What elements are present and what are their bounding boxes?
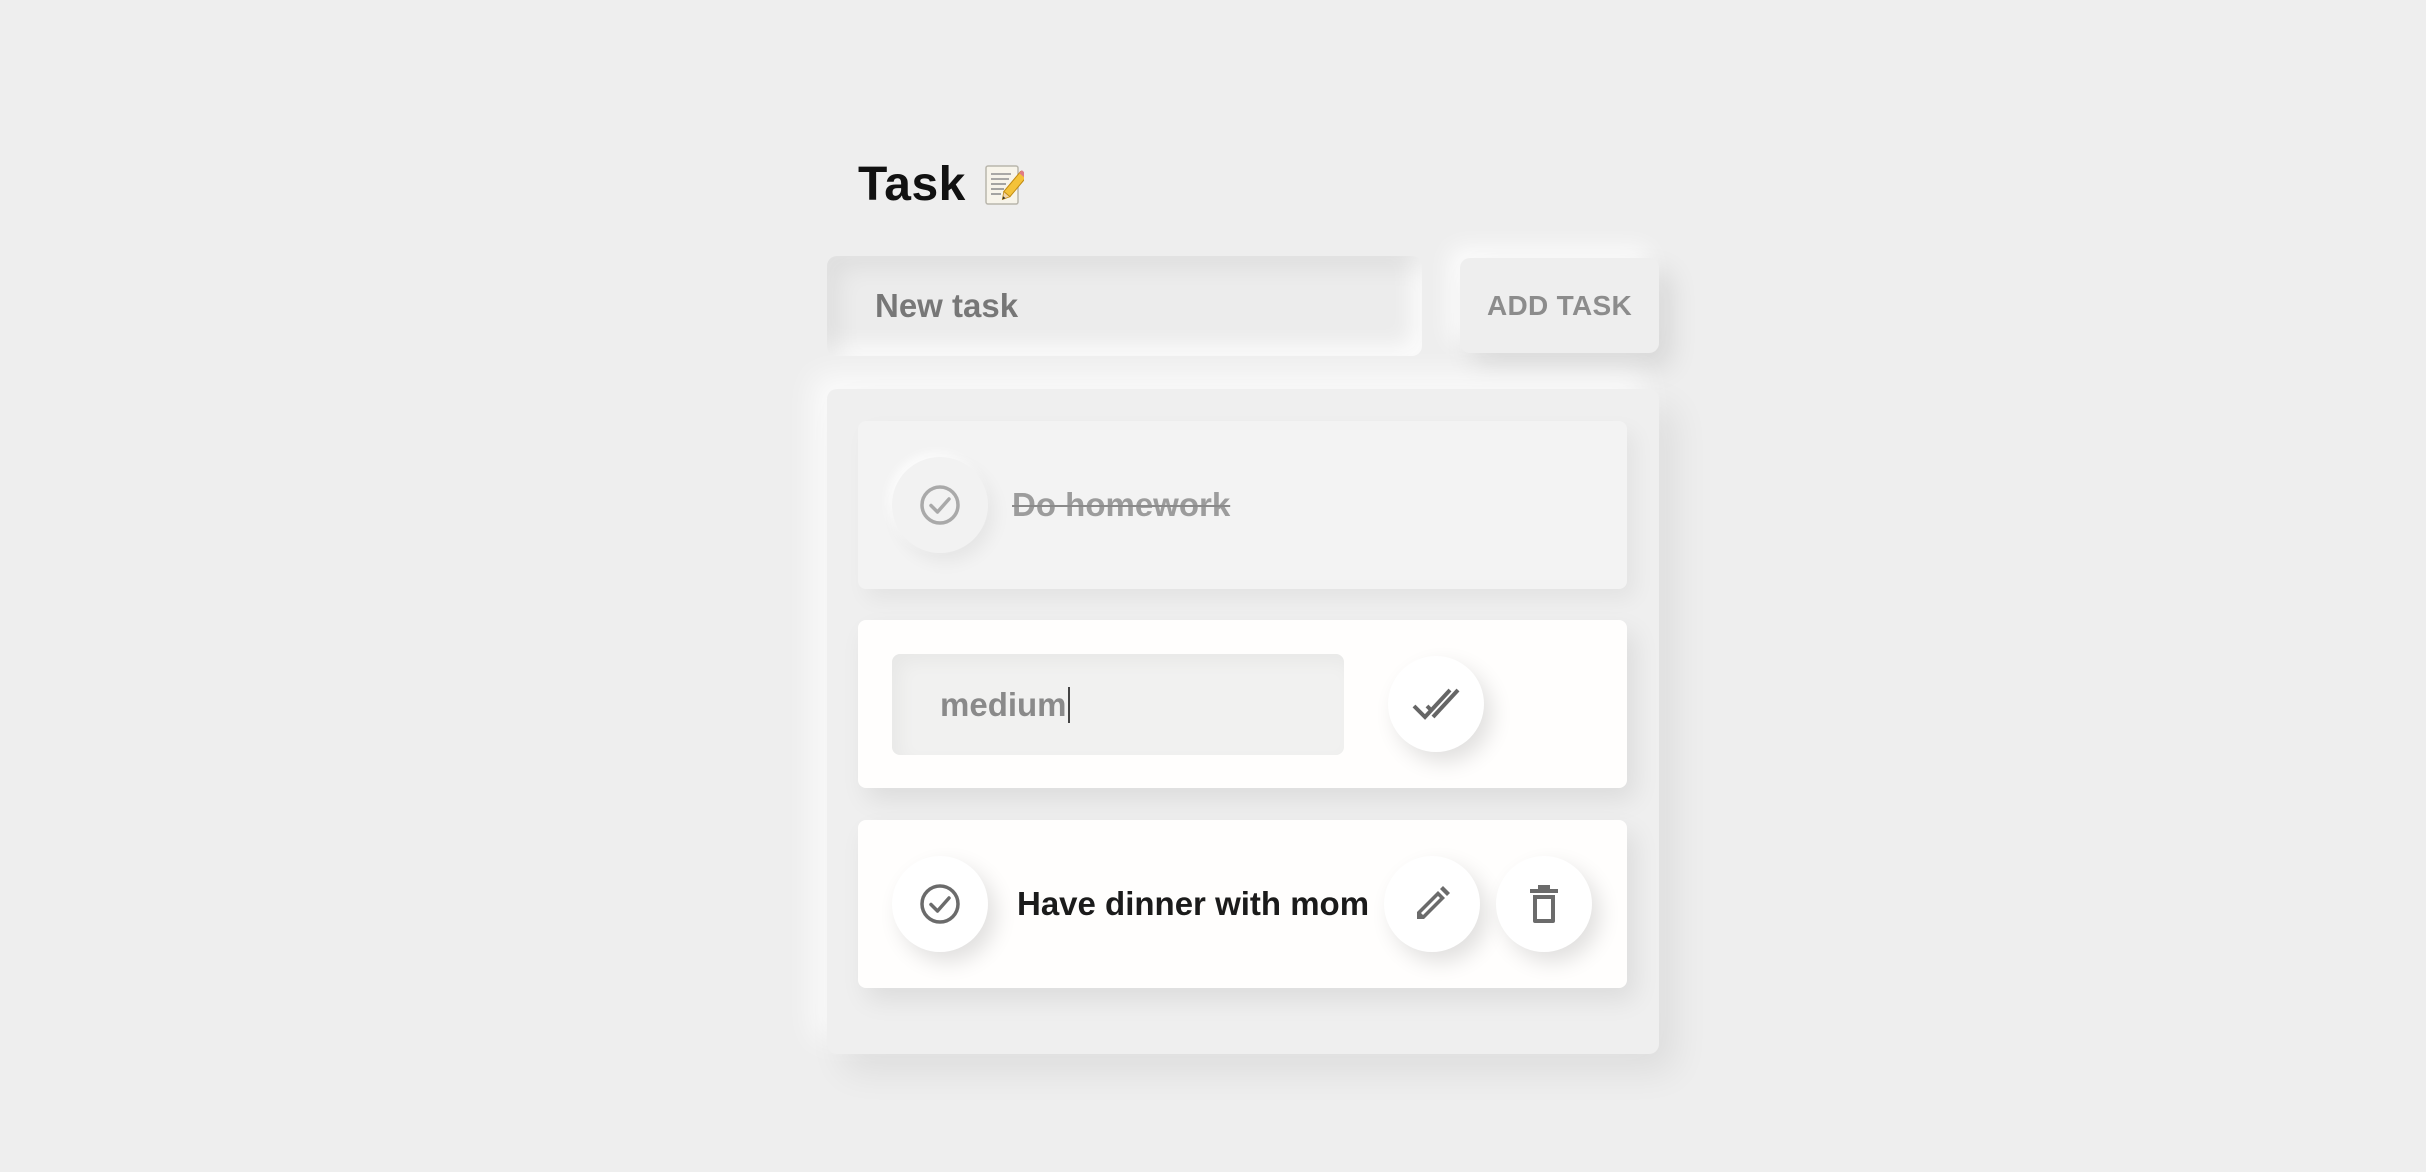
memo-icon bbox=[984, 162, 1028, 206]
task-item-editing: medium bbox=[858, 620, 1627, 788]
edit-task-value: medium bbox=[940, 685, 1067, 723]
header: Task bbox=[858, 154, 1028, 214]
check-circle-icon bbox=[920, 485, 960, 525]
task-item: Have dinner with mom bbox=[858, 820, 1627, 988]
save-edit-button[interactable] bbox=[1388, 656, 1484, 752]
new-task-input[interactable] bbox=[827, 256, 1422, 356]
check-circle-icon bbox=[920, 884, 960, 924]
trash-icon bbox=[1530, 885, 1558, 923]
edit-task-input[interactable]: medium bbox=[892, 654, 1344, 755]
task-item-completed: Do homework bbox=[858, 421, 1627, 589]
toggle-complete-button[interactable] bbox=[892, 457, 988, 553]
edit-task-button[interactable] bbox=[1384, 856, 1480, 952]
task-label: Have dinner with mom bbox=[1017, 885, 1370, 922]
delete-task-button[interactable] bbox=[1496, 856, 1592, 952]
task-list: Do homework medium Have dinner with mom bbox=[827, 389, 1659, 1054]
text-caret bbox=[1067, 686, 1070, 723]
pencil-icon bbox=[1417, 886, 1450, 919]
page-title: Task bbox=[858, 157, 966, 211]
task-label: Do homework bbox=[1012, 486, 1231, 523]
double-check-icon bbox=[1412, 688, 1460, 720]
toggle-complete-button[interactable] bbox=[892, 856, 988, 952]
add-task-button[interactable]: ADD TASK bbox=[1460, 258, 1659, 353]
